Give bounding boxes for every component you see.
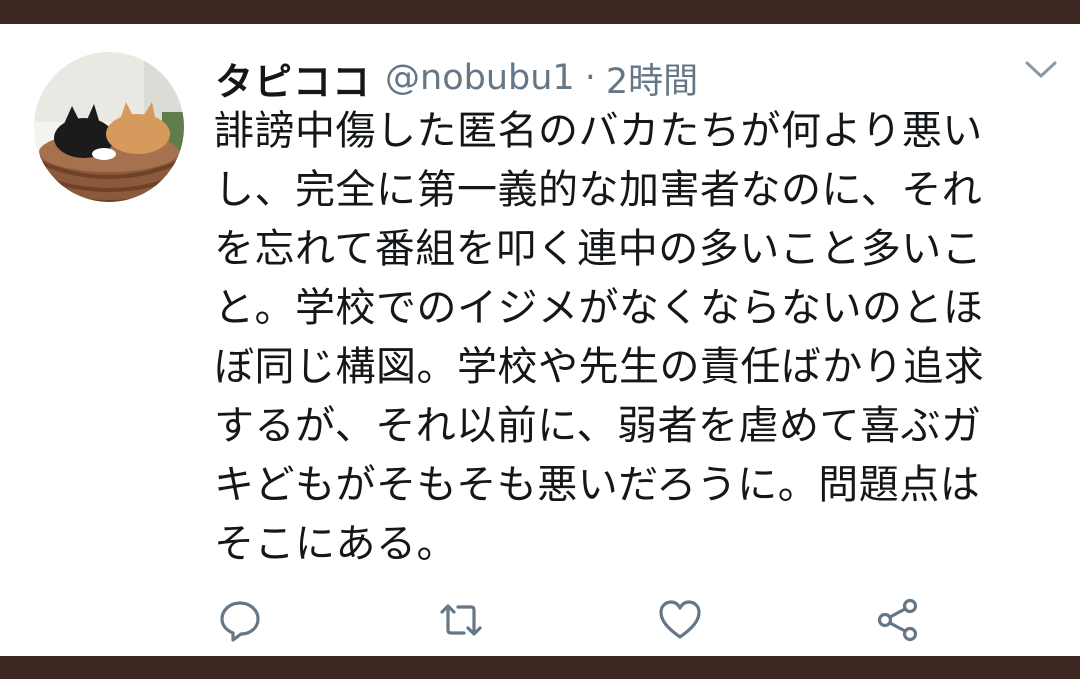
author-name[interactable]: タピココ (215, 51, 371, 106)
retweet-button[interactable] (437, 596, 485, 644)
avatar-image (34, 52, 184, 202)
reply-icon (220, 601, 260, 642)
heart-icon (659, 600, 701, 639)
share-button[interactable] (874, 596, 922, 644)
like-button[interactable] (656, 596, 704, 644)
tweet-text-line: を忘れて番組を叩く連中の多いこと多いこ (214, 226, 983, 272)
tweet-text-line: キどもがそもそも悪いだろうに。問題点は (214, 462, 981, 508)
tweet-text-line: そこにある。 (214, 521, 457, 567)
tweet-text-line: し、完全に第一義的な加害者なのに、それ (214, 167, 983, 213)
tweet-text-line: するが、それ以前に、弱者を虐めて喜ぶガ (214, 403, 982, 449)
share-icon (877, 598, 918, 642)
tweet-card[interactable]: タピココ @nobubu1 · 2時間 誹謗中傷した匿名のバカたちが何より悪い … (0, 24, 1080, 656)
timestamp[interactable]: 2時間 (606, 53, 698, 104)
chevron-down-icon[interactable] (1024, 58, 1058, 80)
tweet-text-line: と。学校でのイジメがなくならないのとほ (214, 285, 984, 331)
tweet-text-line: ぼ同じ構図。学校や先生の責任ばかり追求 (214, 344, 985, 390)
tweet-text: 誹謗中傷した匿名のバカたちが何より悪い し、完全に第一義的な加害者なのに、それ … (214, 102, 1056, 574)
avatar[interactable] (34, 52, 184, 202)
author-handle[interactable]: @nobubu1 (385, 58, 575, 98)
retweet-icon (440, 604, 482, 636)
tweet-header: タピココ @nobubu1 · 2時間 (215, 50, 698, 106)
separator: · (584, 58, 596, 98)
tweet-text-line: 誹謗中傷した匿名のバカたちが何より悪い (214, 108, 983, 154)
reply-button[interactable] (216, 596, 264, 644)
